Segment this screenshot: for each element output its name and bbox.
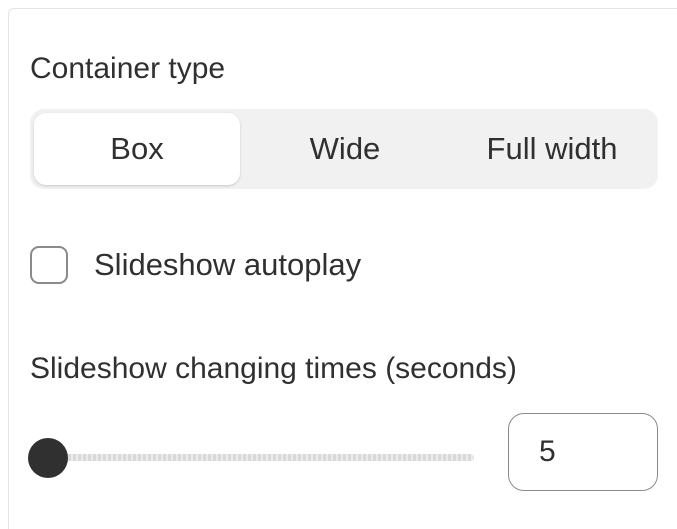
slideshow-autoplay-label: Slideshow autoplay bbox=[94, 247, 362, 282]
changing-time-slider[interactable] bbox=[28, 436, 474, 480]
container-type-label: Container type bbox=[30, 52, 226, 85]
slideshow-autoplay-row[interactable]: Slideshow autoplay bbox=[30, 244, 361, 286]
slideshow-autoplay-checkbox[interactable] bbox=[30, 246, 68, 284]
slider-thumb[interactable] bbox=[28, 438, 68, 478]
container-type-box-button[interactable]: Box bbox=[34, 113, 240, 185]
slider-track[interactable] bbox=[48, 454, 474, 461]
changing-time-label: Slideshow changing times (seconds) bbox=[30, 352, 517, 385]
container-type-full-width-button[interactable]: Full width bbox=[450, 113, 654, 185]
container-type-segmented-control: Box Wide Full width bbox=[30, 109, 658, 189]
container-type-wide-button[interactable]: Wide bbox=[242, 113, 448, 185]
changing-time-input[interactable] bbox=[508, 413, 658, 491]
